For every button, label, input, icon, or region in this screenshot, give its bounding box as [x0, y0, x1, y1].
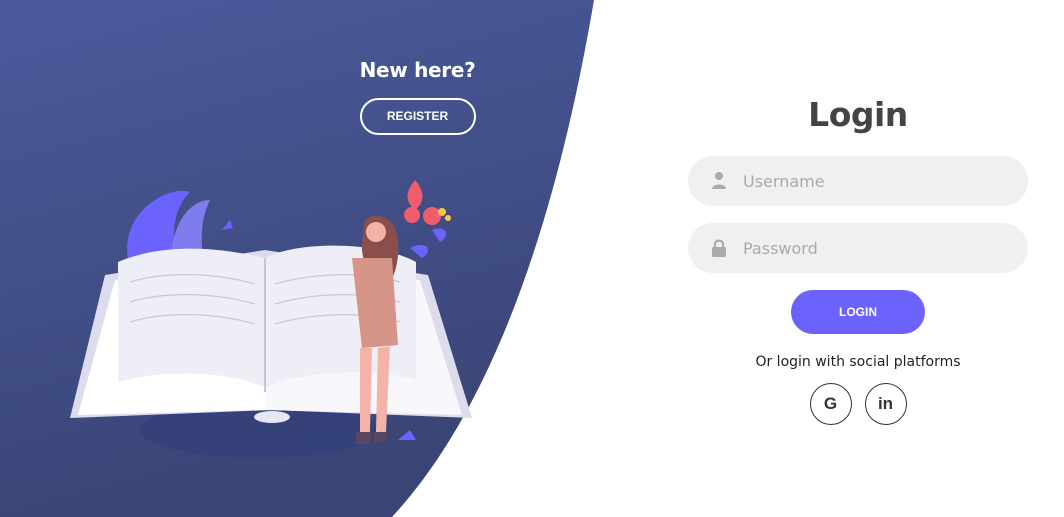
social-buttons: G in — [688, 383, 1028, 425]
google-icon[interactable]: G — [809, 383, 852, 425]
login-title: Login — [808, 95, 908, 134]
username-input[interactable] — [688, 156, 1028, 206]
password-input[interactable] — [688, 223, 1028, 273]
username-field-container — [688, 156, 1028, 206]
linkedin-icon[interactable]: in — [864, 383, 907, 425]
user-icon — [712, 172, 726, 189]
login-form: Login LOGIN Or login with social platfor… — [688, 92, 1028, 425]
lock-icon — [712, 239, 726, 257]
new-here-panel: New here? REGISTER — [345, 58, 490, 135]
social-login-text: Or login with social platforms — [755, 354, 961, 370]
register-button[interactable]: REGISTER — [359, 98, 476, 135]
book-illustration — [70, 180, 472, 458]
new-here-heading: New here? — [359, 58, 476, 82]
login-button[interactable]: LOGIN — [791, 290, 925, 334]
password-field-container — [688, 223, 1028, 273]
